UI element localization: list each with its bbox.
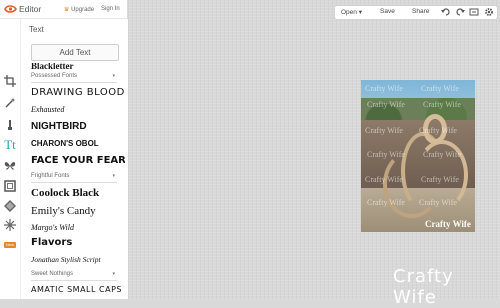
watermark: Crafty Wife: [365, 84, 403, 93]
font-item[interactable]: DRAWING BLOOD: [31, 87, 125, 98]
category-select[interactable]: Frightful Fonts ▾: [31, 173, 117, 183]
watermark: Crafty Wife: [419, 126, 457, 135]
font-item[interactable]: Margo's Wild: [31, 223, 74, 232]
frame-icon[interactable]: [1, 177, 19, 195]
texture-icon[interactable]: [1, 197, 19, 215]
redo-icon[interactable]: [455, 7, 465, 17]
font-item[interactable]: Blackletter: [31, 63, 73, 71]
brush-icon[interactable]: [1, 116, 19, 134]
save-button[interactable]: Save: [380, 8, 395, 15]
history-icon[interactable]: [469, 7, 479, 17]
butterfly-icon[interactable]: [1, 157, 19, 175]
wand-icon[interactable]: [1, 94, 19, 112]
panel-title: Text: [29, 25, 44, 34]
text-panel: Text Add Text Blackletter Possessed Font…: [20, 19, 142, 299]
upgrade-link[interactable]: ♛ Upgrade: [64, 6, 94, 13]
font-item[interactable]: AMATIC SMALL CAPS: [31, 285, 122, 294]
category-select[interactable]: Sweet Nothings ▾: [31, 271, 117, 281]
watermark: Crafty Wife: [421, 175, 459, 184]
text-icon[interactable]: Tt: [1, 136, 19, 154]
watermark: Crafty Wife: [423, 100, 461, 109]
photo-signature: Crafty Wife: [425, 219, 471, 229]
category-select[interactable]: Possessed Fonts ▾: [31, 73, 117, 83]
seasonal-icon[interactable]: [1, 216, 19, 234]
watermark: Crafty Wife: [365, 175, 403, 184]
logo-icon: [4, 4, 18, 14]
new-badge: New: [4, 242, 16, 248]
watermark: Crafty Wife: [423, 150, 461, 159]
watermark: Crafty Wife: [367, 150, 405, 159]
canvas-caption: Crafty Wife: [393, 266, 454, 308]
font-item[interactable]: Flavors: [31, 237, 72, 248]
watermark: Crafty Wife: [419, 198, 457, 207]
top-bar: Editor ♛ Upgrade Sign In: [0, 0, 127, 19]
font-list: Blackletter Possessed Fonts ▾ DRAWING BLO…: [29, 63, 125, 299]
font-item[interactable]: Jonathan Stylish Script: [31, 255, 101, 264]
open-menu[interactable]: Open ▾: [341, 8, 362, 16]
watermark: Crafty Wife: [421, 84, 459, 93]
watermark: Crafty Wife: [365, 126, 403, 135]
watermark: Crafty Wife: [367, 198, 405, 207]
tool-rail: Tt New: [0, 19, 20, 299]
gear-icon[interactable]: [484, 7, 494, 17]
top-toolbar: Open ▾ Save Share: [335, 6, 497, 19]
font-item[interactable]: CHARON'S OBOL: [31, 139, 99, 148]
share-button[interactable]: Share: [412, 8, 429, 15]
font-item[interactable]: FACE YOUR FEARS: [31, 155, 125, 166]
watermark: Crafty Wife: [367, 100, 405, 109]
app-name: Editor: [19, 4, 42, 14]
font-item[interactable]: NIGHTBIRD: [31, 121, 87, 132]
undo-icon[interactable]: [441, 7, 451, 17]
canvas-photo[interactable]: Crafty Wife Crafty Wife Crafty Wife Craf…: [361, 80, 475, 232]
add-text-button[interactable]: Add Text: [31, 44, 119, 61]
sign-in-link[interactable]: Sign In: [101, 6, 120, 12]
font-item[interactable]: Exhausted: [31, 105, 64, 114]
font-item[interactable]: Emily's Candy: [31, 205, 96, 217]
font-item[interactable]: Coolock Black: [31, 187, 99, 199]
crop-icon[interactable]: [1, 72, 19, 90]
